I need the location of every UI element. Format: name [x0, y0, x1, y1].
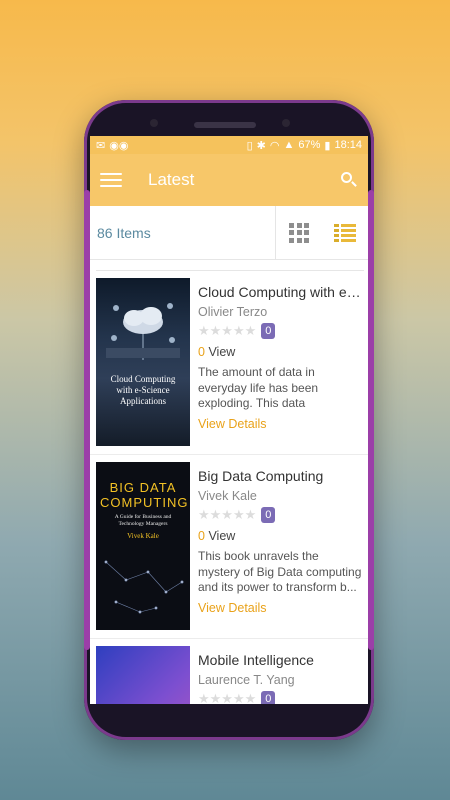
book-info: Cloud Computing with e-Science Applicati… [190, 278, 364, 448]
status-bar: ✉ ◉◉ ▯ ✱ ◠ ▲ 67% ▮ 18:14 [90, 136, 368, 154]
book-author: Vivek Kale [198, 489, 257, 503]
star-rating-icon: ★★★★★ [198, 691, 257, 704]
clock: 18:14 [334, 139, 362, 151]
cover-subtitle: A Guide for Business and Technology Mana… [114, 514, 172, 527]
book-cover[interactable]: BIG DATA COMPUTING A Guide for Business … [96, 462, 190, 630]
book-cover[interactable] [96, 646, 190, 704]
list-item[interactable]: Mobile Intelligence Laurence T. Yang ★★★… [90, 639, 368, 704]
items-count: 86 Items [97, 224, 151, 241]
star-rating-icon: ★★★★★ [198, 507, 257, 522]
rating: ★★★★★ 0 [198, 507, 364, 523]
list-item[interactable]: BIG DATA COMPUTING A Guide for Business … [90, 455, 368, 639]
rating: ★★★★★ 0 [198, 691, 364, 704]
views: 0 View [198, 345, 364, 359]
wifi-icon: ◠ [269, 139, 280, 152]
book-title[interactable]: Big Data Computing [198, 468, 364, 484]
rating-count-badge: 0 [261, 691, 276, 704]
cover-title: BIG DATA COMPUTING [100, 480, 189, 510]
signal-icon: ▲ [283, 139, 295, 151]
views-count: 0 [198, 529, 205, 543]
phone-camera [282, 119, 290, 127]
views: 0 View [198, 529, 364, 543]
views-label: View [208, 529, 236, 543]
list-toolbar: 86 Items [90, 205, 368, 260]
phone-edge [368, 190, 374, 650]
book-description: This book unravels the mystery of Big Da… [198, 549, 362, 594]
star-rating-icon: ★★★★★ [198, 323, 257, 338]
book-list: Cloud Computing with e-Science Applicati… [90, 260, 368, 704]
book-cover[interactable]: Cloud Computing with e-Science Applicati… [96, 278, 190, 446]
book-title[interactable]: Cloud Computing with e-Science Applicati… [198, 284, 364, 300]
list-icon [334, 223, 356, 242]
book-author: Laurence T. Yang [198, 673, 295, 687]
cover-author: Vivek Kale [127, 532, 159, 540]
rating: ★★★★★ 0 [198, 323, 364, 339]
book-title[interactable]: Mobile Intelligence [198, 652, 364, 668]
app-screen: ✉ ◉◉ ▯ ✱ ◠ ▲ 67% ▮ 18:14 Latest 86 Items [90, 136, 368, 704]
views-count: 0 [198, 345, 205, 359]
book-info: Big Data Computing Vivek Kale ★★★★★ 0 0 … [190, 462, 364, 632]
search-icon[interactable] [340, 171, 358, 189]
book-info: Mobile Intelligence Laurence T. Yang ★★★… [190, 646, 364, 704]
view-details-link[interactable]: View Details [198, 601, 364, 615]
grid-icon [289, 222, 309, 243]
page-title: Latest [148, 170, 195, 189]
list-view-button[interactable] [322, 206, 368, 260]
mail-icon: ✉ [96, 139, 106, 152]
bluetooth-icon: ✱ [256, 139, 266, 152]
list-item[interactable]: Cloud Computing with e-Science Applicati… [90, 271, 368, 455]
book-description: The amount of data in everyday life has … [198, 365, 319, 410]
hamburger-menu-icon[interactable] [100, 172, 122, 188]
nfc-icon: ▯ [246, 139, 253, 152]
rating-count-badge: 0 [261, 507, 276, 523]
grid-view-button[interactable] [276, 206, 322, 260]
cover-title: Cloud Computing with e-Science Applicati… [110, 374, 176, 406]
app-bar: Latest [90, 154, 368, 206]
phone-speaker [194, 122, 256, 128]
phone-sensor [150, 119, 158, 127]
book-author: Olivier Terzo [198, 305, 268, 319]
rating-count-badge: 0 [261, 323, 276, 339]
battery-icon: ▮ [324, 139, 331, 152]
cloud-network-illustration [106, 303, 180, 360]
battery-percent: 67% [298, 139, 321, 151]
view-details-link[interactable]: View Details [198, 417, 364, 431]
views-label: View [208, 345, 236, 359]
voicemail-icon: ◉◉ [109, 139, 129, 152]
